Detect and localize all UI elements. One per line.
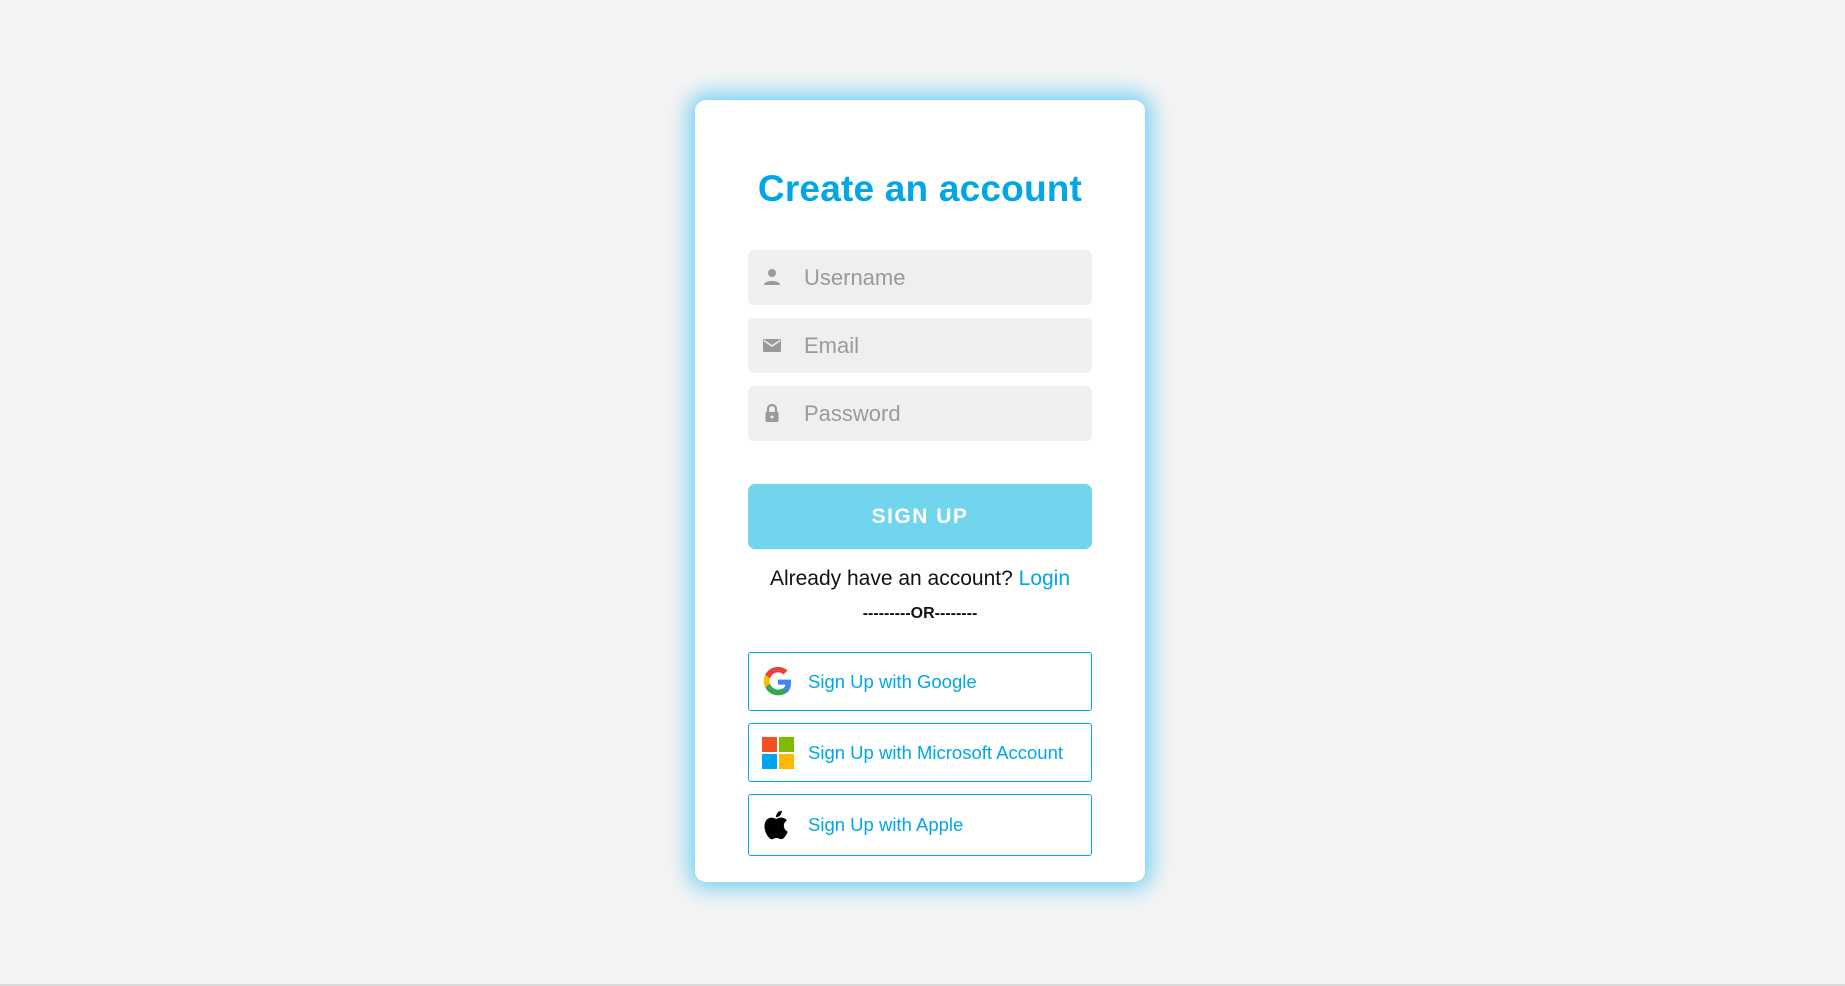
person-icon xyxy=(764,269,780,285)
password-field[interactable] xyxy=(748,386,1092,441)
apple-icon xyxy=(764,810,788,840)
signup-card: Create an account SIGN UP Already have a… xyxy=(695,100,1145,882)
username-input[interactable] xyxy=(804,250,1074,305)
username-field[interactable] xyxy=(748,250,1092,305)
login-prompt-text: Already have an account? xyxy=(769,567,1013,590)
microsoft-signup-button[interactable]: Sign Up with Microsoft Account xyxy=(748,723,1092,782)
login-link[interactable]: Login xyxy=(1019,567,1070,590)
apple-signup-label: Sign Up with Apple xyxy=(808,814,964,835)
or-divider: ---------OR-------- xyxy=(862,605,978,622)
lock-icon xyxy=(765,403,779,422)
password-input[interactable] xyxy=(804,386,1074,441)
email-input[interactable] xyxy=(804,318,1074,373)
email-field[interactable] xyxy=(748,318,1092,373)
microsoft-signup-label: Sign Up with Microsoft Account xyxy=(808,741,1063,763)
google-signup-label: Sign Up with Google xyxy=(808,670,977,692)
apple-signup-button[interactable]: Sign Up with Apple xyxy=(748,794,1092,856)
envelope-icon xyxy=(763,339,781,352)
google-signup-button[interactable]: Sign Up with Google xyxy=(748,652,1092,711)
login-prompt: Already have an account? Login xyxy=(748,564,1092,594)
google-icon xyxy=(763,666,792,696)
page-title: Create an account xyxy=(757,168,1083,209)
microsoft-icon xyxy=(762,737,794,769)
sign-up-button[interactable]: SIGN UP xyxy=(748,484,1092,549)
